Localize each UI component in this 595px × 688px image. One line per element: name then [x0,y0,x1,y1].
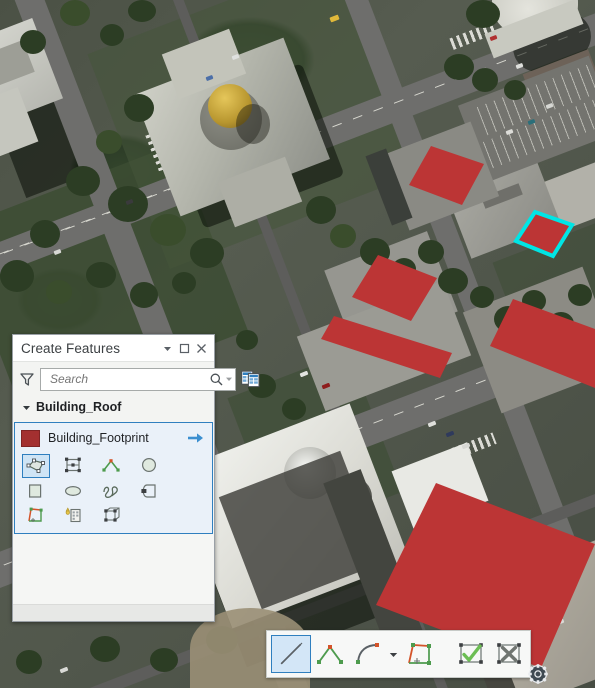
line-segment-tool[interactable] [271,635,311,673]
panel-empty-area [13,534,214,604]
rectangle-tool[interactable] [22,480,48,502]
construction-toolbar[interactable] [266,630,531,678]
autocomplete-polygon-tool[interactable] [60,454,86,476]
template-label: Building_Footprint [48,431,149,445]
line-vertex-tool[interactable] [98,454,124,476]
filter-funnel-icon[interactable] [19,371,35,387]
manage-templates-grid-icon[interactable] [241,370,260,388]
arc-tool[interactable] [349,636,387,672]
vertex-tool[interactable] [311,636,349,672]
footprint-1[interactable] [409,146,484,205]
create-features-panel[interactable]: Create Features Search Building_Roof Bui… [12,334,260,622]
construction-actions-group [448,631,532,677]
footprint-5[interactable] [490,299,595,388]
search-input[interactable] [48,371,209,387]
group-chevron-down-icon[interactable] [21,402,31,412]
group-label: Building_Roof [36,400,122,414]
panel-title: Create Features [21,340,121,356]
polygon-tool[interactable] [22,454,50,478]
construction-tools-group [267,631,442,677]
gear-icon[interactable] [527,663,549,685]
template-tool-grid[interactable] [21,454,206,526]
template-header[interactable]: Building_Footprint [21,428,206,448]
panel-status-strip [13,604,214,621]
building-footprint-tool[interactable] [98,504,124,526]
cancel-button[interactable] [490,636,528,672]
blue-right-arrow-icon[interactable] [186,430,206,446]
panel-title-bar: Create Features [13,335,214,362]
footprint-4[interactable] [321,316,452,378]
panel-close-icon[interactable] [193,340,210,357]
panel-menu-dropdown-icon[interactable] [159,340,176,357]
finish-button[interactable] [452,636,490,672]
search-row [13,362,260,394]
magnifier-icon[interactable] [209,372,224,387]
ellipse-tool[interactable] [60,480,86,502]
trace-tool[interactable] [136,480,162,502]
search-box[interactable] [40,367,236,391]
freehand-tool[interactable] [98,480,124,502]
panel-maximize-icon[interactable] [176,340,193,357]
search-dropdown-chevron-down-icon[interactable] [224,372,233,386]
right-angle-tool[interactable] [22,504,48,526]
feature-layer-group[interactable]: Building_Roof [13,394,214,418]
application-window: Create Features Search Building_Roof Bui… [0,0,595,688]
right-angle-tool[interactable] [400,636,438,672]
arc-dropdown-chevron-down-icon[interactable] [387,636,400,672]
autocomplete-building-tool[interactable] [60,504,86,526]
feature-template-building-footprint[interactable]: Building_Footprint [14,422,213,534]
footprint-3[interactable] [352,255,437,321]
template-color-swatch [21,429,40,447]
footprint-selected[interactable] [512,209,575,259]
circle-tool[interactable] [136,454,162,476]
